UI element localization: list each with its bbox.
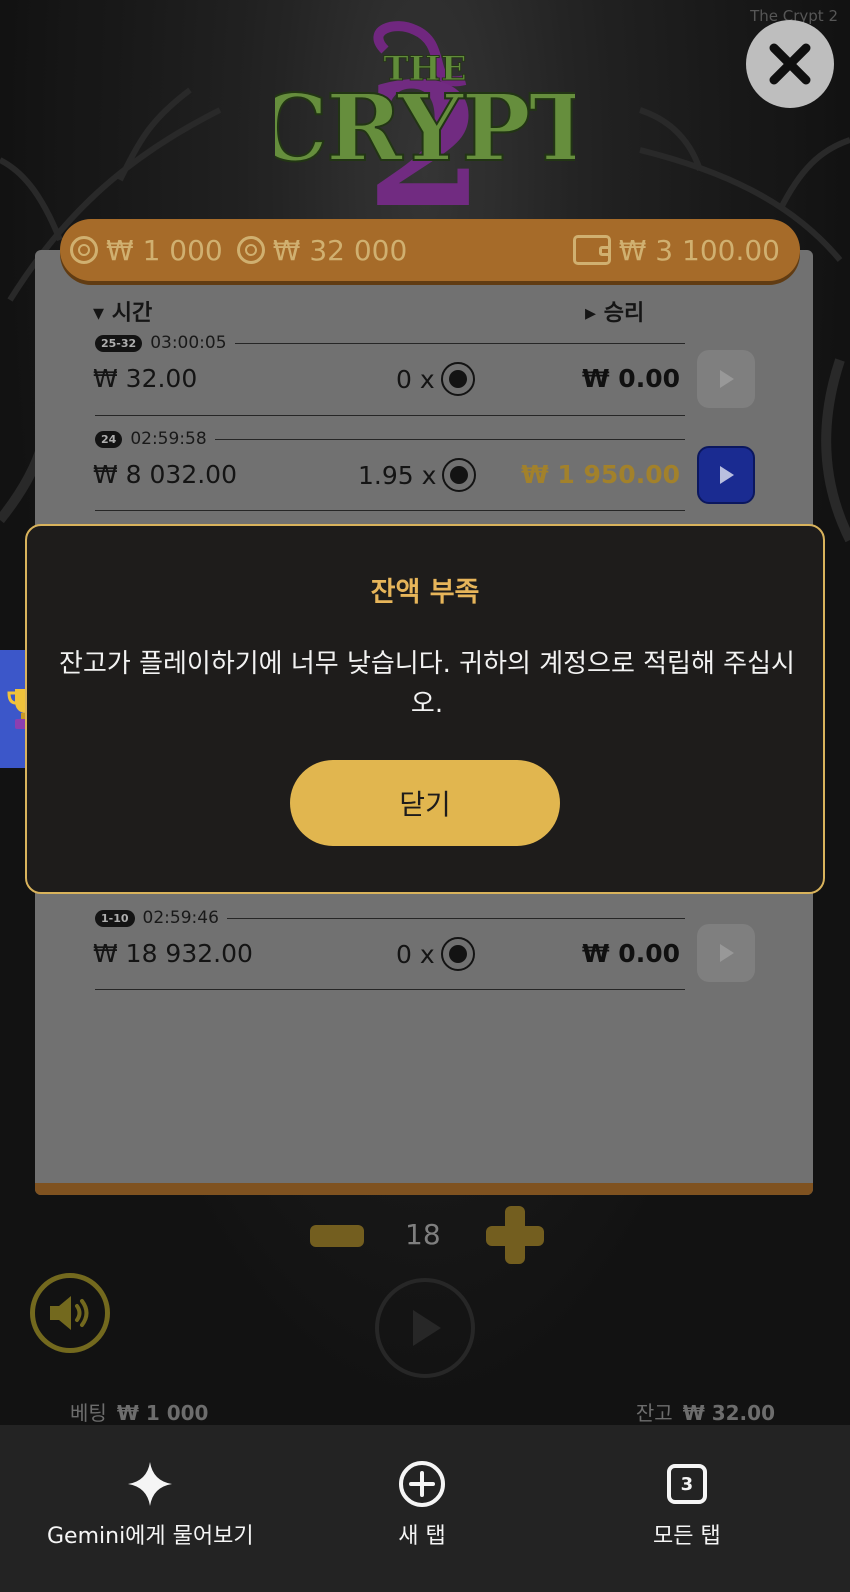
tab-count-icon: 3 <box>666 1464 707 1504</box>
new-tab-label: 새 탭 <box>398 1524 446 1549</box>
sparkle-icon <box>128 1462 173 1506</box>
dialog-message: 잔고가 플레이하기에 너무 낮습니다. 귀하의 계정으로 적립해 주십시오. <box>59 649 795 719</box>
browser-toolbar: Gemini에게 물어보기 새 탭 3 모든 탭 <box>0 1425 850 1592</box>
new-tab-button[interactable]: 새 탭 <box>398 1460 446 1550</box>
dialog-close-button[interactable]: 닫기 <box>290 760 560 846</box>
insufficient-balance-dialog: 잔액 부족 잔고가 플레이하기에 너무 낮습니다. 귀하의 계정으로 적립해 주… <box>25 524 825 894</box>
dialog-title: 잔액 부족 <box>370 577 480 608</box>
ask-gemini-label: Gemini에게 물어보기 <box>47 1524 254 1549</box>
plus-circle-icon <box>399 1461 445 1507</box>
all-tabs-label: 모든 탭 <box>653 1524 721 1549</box>
game-area: The Crypt 2 2 THE CRYPT ₩ 1 000 ₩ 32 000… <box>0 0 850 1425</box>
all-tabs-button[interactable]: 3 모든 탭 <box>653 1460 721 1550</box>
ask-gemini-button[interactable]: Gemini에게 물어보기 <box>47 1460 254 1550</box>
